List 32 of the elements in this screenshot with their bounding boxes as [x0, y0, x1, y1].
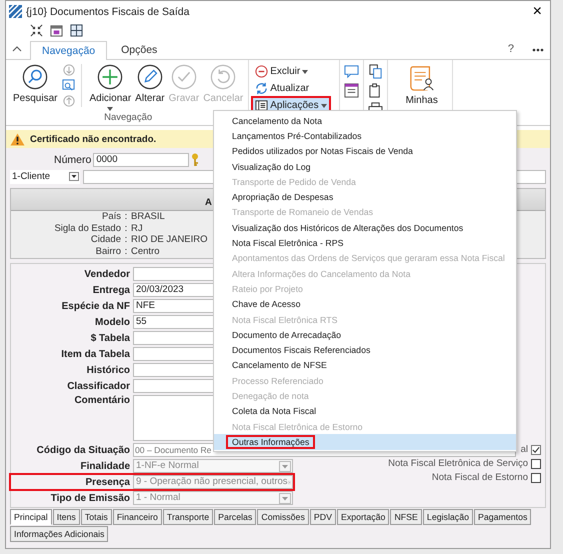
checkbox-label: al [520, 444, 528, 455]
field-label: Tipo de Emissão [50, 492, 130, 504]
field-label: Número [54, 154, 92, 166]
address-label: Bairro [94, 246, 121, 257]
address-label: País [100, 211, 121, 222]
address-value: Centro [131, 246, 160, 257]
checkbox-label: Nota Fiscal Eletrônica de Serviço [388, 458, 528, 469]
address-value: RIO DE JANEIRO [131, 234, 208, 246]
field-label: $ Tabela [90, 332, 130, 344]
field-label: Código da Situação [36, 444, 130, 456]
address-label: Sigla do Estado [53, 222, 121, 234]
separator-colon: : [124, 246, 128, 257]
column-header: A [205, 197, 212, 208]
field-label: Espécie da NF [60, 300, 130, 312]
field-label: Entrega [92, 284, 130, 296]
warning-message: Certificado não encontrado. [30, 134, 156, 144]
window-title: {j10} Documentos Fiscais de Saída [26, 6, 190, 18]
separator-colon: : [124, 211, 128, 222]
field-label: Finalidade [80, 460, 130, 472]
separator-colon: : [124, 222, 128, 234]
address-label: Cidade [90, 234, 121, 246]
field-label: Item da Tabela [60, 348, 130, 360]
address-value: RJ [131, 222, 143, 234]
field-label: Comentário [73, 395, 130, 406]
separator-colon: : [124, 234, 128, 246]
field-label: Modelo [94, 316, 130, 328]
field-label: Histórico [86, 364, 130, 376]
address-value: BRASIL [131, 211, 165, 222]
field-label: Classificador [66, 380, 130, 392]
checkbox-label: Nota Fiscal de Estorno [432, 472, 528, 483]
field-label: Presença [84, 476, 130, 488]
field-label: Vendedor [83, 268, 130, 280]
